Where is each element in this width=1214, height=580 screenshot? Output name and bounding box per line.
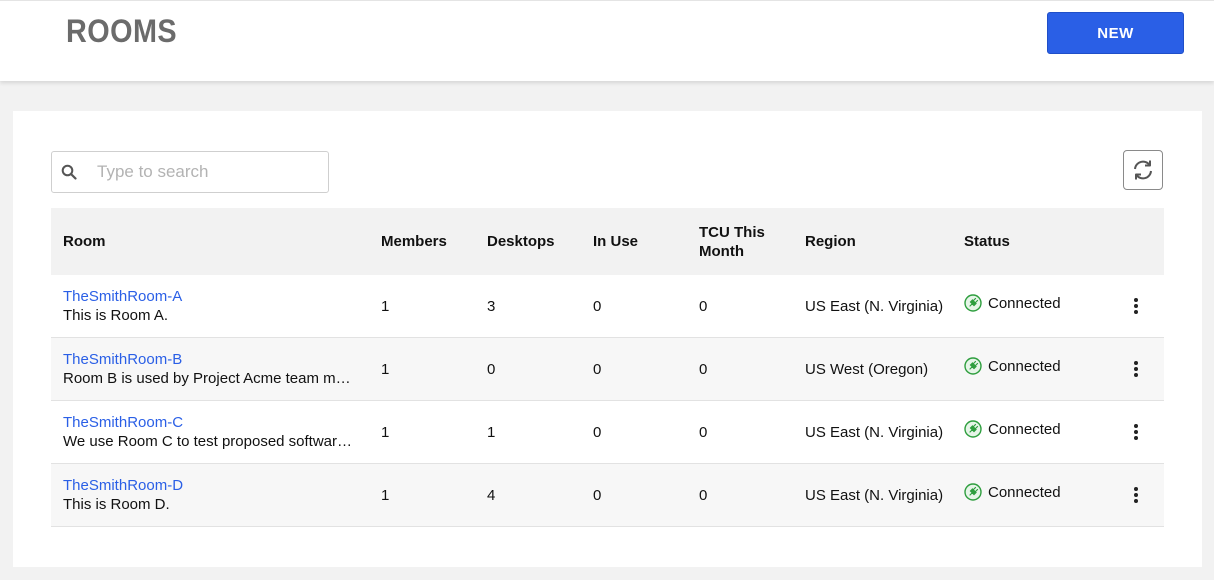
- refresh-button[interactable]: [1123, 150, 1163, 190]
- room-description: We use Room C to test proposed software…: [63, 433, 358, 450]
- row-menu-button[interactable]: [1126, 420, 1146, 444]
- more-vertical-icon: [1134, 424, 1138, 440]
- status-text: Connected: [988, 483, 1061, 501]
- desktops-count: 3: [487, 297, 496, 315]
- in-use-count: 0: [593, 297, 602, 315]
- rooms-table: Room Members Desktops In Use TCU This Mo…: [51, 208, 1164, 527]
- tcu-value: 0: [699, 423, 708, 441]
- column-header-room[interactable]: Room: [63, 208, 106, 275]
- table-row[interactable]: TheSmithRoom-B Room B is used by Project…: [51, 338, 1164, 401]
- in-use-count: 0: [593, 423, 602, 441]
- tcu-value: 0: [699, 297, 708, 315]
- column-header-region[interactable]: Region: [805, 208, 856, 275]
- desktops-count: 4: [487, 486, 496, 504]
- members-count: 1: [381, 297, 390, 315]
- room-name-link[interactable]: TheSmithRoom-B: [63, 350, 182, 369]
- page-title: ROOMS: [66, 13, 178, 49]
- tcu-value: 0: [699, 360, 708, 378]
- more-vertical-icon: [1134, 361, 1138, 377]
- room-cell: TheSmithRoom-C We use Room C to test pro…: [63, 401, 358, 463]
- search-input[interactable]: [97, 152, 322, 192]
- desktops-count: 1: [487, 423, 496, 441]
- room-name-link[interactable]: TheSmithRoom-C: [63, 413, 183, 432]
- status-indicator: Connected: [964, 398, 1061, 460]
- region-value: US East (N. Virginia): [805, 486, 944, 504]
- status-indicator: Connected: [964, 461, 1061, 523]
- table-row[interactable]: TheSmithRoom-D This is Room D. 1 4 0 0 U…: [51, 464, 1164, 527]
- column-header-status[interactable]: Status: [964, 208, 1010, 275]
- room-name-link[interactable]: TheSmithRoom-D: [63, 476, 183, 495]
- members-count: 1: [381, 423, 390, 441]
- top-bar: ROOMS NEW: [0, 0, 1214, 81]
- in-use-count: 0: [593, 486, 602, 504]
- more-vertical-icon: [1134, 487, 1138, 503]
- column-header-desktops[interactable]: Desktops: [487, 208, 555, 275]
- column-header-members[interactable]: Members: [381, 208, 447, 275]
- row-menu-button[interactable]: [1126, 483, 1146, 507]
- row-menu-button[interactable]: [1126, 357, 1146, 381]
- room-cell: TheSmithRoom-D This is Room D.: [63, 464, 358, 526]
- room-description: This is Room A.: [63, 307, 169, 324]
- new-room-button[interactable]: NEW: [1047, 12, 1184, 54]
- connected-plug-icon: [964, 420, 982, 438]
- rooms-panel: Room Members Desktops In Use TCU This Mo…: [13, 111, 1202, 567]
- status-indicator: Connected: [964, 335, 1061, 397]
- search-box[interactable]: [51, 151, 329, 193]
- room-description: This is Room D.: [63, 496, 170, 513]
- status-indicator: Connected: [964, 272, 1061, 334]
- status-text: Connected: [988, 357, 1061, 375]
- connected-plug-icon: [964, 483, 982, 501]
- room-description: Room B is used by Project Acme team me…: [63, 370, 358, 387]
- table-body: TheSmithRoom-A This is Room A. 1 3 0 0 U…: [51, 275, 1164, 527]
- status-text: Connected: [988, 420, 1061, 438]
- region-value: US East (N. Virginia): [805, 297, 944, 315]
- in-use-count: 0: [593, 360, 602, 378]
- room-name-link[interactable]: TheSmithRoom-A: [63, 287, 182, 306]
- room-cell: TheSmithRoom-B Room B is used by Project…: [63, 338, 358, 400]
- search-icon: [61, 164, 77, 180]
- desktops-count: 0: [487, 360, 496, 378]
- column-header-tcu-this-month[interactable]: TCU This Month: [699, 208, 779, 275]
- members-count: 1: [381, 486, 390, 504]
- table-row[interactable]: TheSmithRoom-A This is Room A. 1 3 0 0 U…: [51, 275, 1164, 338]
- table-header: Room Members Desktops In Use TCU This Mo…: [51, 208, 1164, 275]
- region-value: US East (N. Virginia): [805, 423, 944, 441]
- tcu-value: 0: [699, 486, 708, 504]
- region-value: US West (Oregon): [805, 360, 929, 378]
- room-cell: TheSmithRoom-A This is Room A.: [63, 275, 358, 337]
- table-row[interactable]: TheSmithRoom-C We use Room C to test pro…: [51, 401, 1164, 464]
- connected-plug-icon: [964, 294, 982, 312]
- more-vertical-icon: [1134, 298, 1138, 314]
- connected-plug-icon: [964, 357, 982, 375]
- row-menu-button[interactable]: [1126, 294, 1146, 318]
- refresh-icon: [1134, 160, 1152, 180]
- status-text: Connected: [988, 294, 1061, 312]
- members-count: 1: [381, 360, 390, 378]
- column-header-in-use[interactable]: In Use: [593, 208, 638, 275]
